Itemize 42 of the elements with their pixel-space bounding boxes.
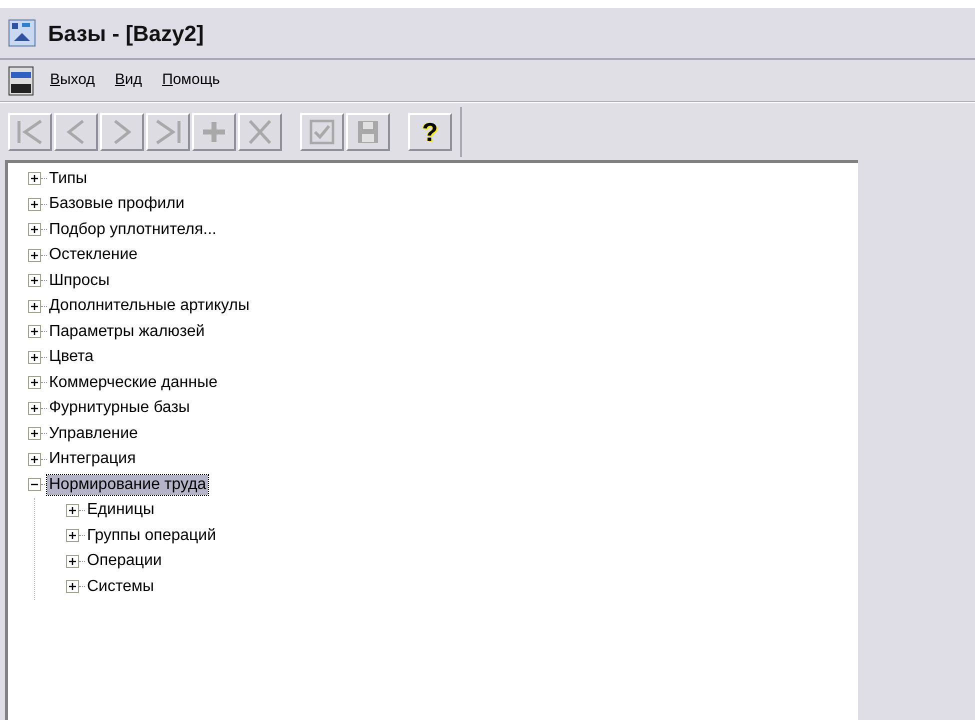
expand-icon[interactable] bbox=[28, 402, 41, 415]
expand-icon[interactable] bbox=[28, 223, 41, 236]
expand-icon[interactable] bbox=[66, 529, 79, 542]
menu-item[interactable]: Помощь bbox=[158, 69, 224, 92]
tree-item[interactable]: Операции bbox=[85, 551, 164, 572]
expand-icon[interactable] bbox=[66, 580, 79, 594]
expand-icon[interactable] bbox=[28, 300, 41, 313]
tree-item[interactable]: Параметры жалюзей bbox=[47, 322, 207, 342]
tree-item[interactable]: Дополнительные артикулы bbox=[47, 296, 252, 316]
expand-icon[interactable] bbox=[28, 452, 41, 466]
tree-item[interactable]: Группы операций bbox=[85, 526, 218, 546]
help-glyph: ? bbox=[422, 118, 438, 146]
document-icon bbox=[8, 66, 34, 96]
expand-icon[interactable] bbox=[66, 554, 79, 568]
tree-item[interactable]: Остекление bbox=[47, 245, 140, 266]
window-title: Базы - [Bazy2] bbox=[48, 20, 204, 48]
tree-item[interactable]: Коммерческие данные bbox=[47, 372, 220, 393]
expand-icon[interactable] bbox=[28, 350, 41, 364]
tree-item[interactable]: Базовые профили bbox=[47, 194, 186, 214]
tree-item[interactable]: Интеграция bbox=[47, 449, 138, 470]
expand-icon[interactable] bbox=[28, 172, 41, 186]
menu-item[interactable]: Вид bbox=[110, 69, 146, 92]
tree-item[interactable]: Шпросы bbox=[47, 270, 112, 291]
tree-item[interactable]: Фурнитурные базы bbox=[47, 398, 192, 418]
expand-icon[interactable] bbox=[28, 427, 41, 440]
expand-icon[interactable] bbox=[28, 198, 41, 211]
collapse-icon[interactable] bbox=[28, 478, 41, 492]
expand-icon[interactable] bbox=[28, 376, 41, 390]
menu-item[interactable]: Выход bbox=[46, 69, 99, 92]
expand-icon[interactable] bbox=[66, 504, 79, 517]
toolbar-button[interactable]: ? bbox=[408, 112, 452, 150]
tree-item[interactable]: Единицы bbox=[85, 500, 156, 520]
tree-item[interactable]: Нормирование труда bbox=[47, 474, 208, 495]
tree-item[interactable]: Типы bbox=[47, 168, 90, 189]
expand-icon[interactable] bbox=[28, 325, 41, 338]
tree-item[interactable]: Цвета bbox=[47, 347, 96, 368]
tree-item[interactable]: Системы bbox=[85, 576, 156, 597]
tree-item[interactable]: Управление bbox=[47, 424, 140, 444]
tree-item[interactable]: Подбор уплотнителя... bbox=[47, 220, 218, 240]
expand-icon[interactable] bbox=[28, 274, 41, 288]
expand-icon[interactable] bbox=[28, 248, 41, 262]
app-icon bbox=[8, 19, 36, 47]
